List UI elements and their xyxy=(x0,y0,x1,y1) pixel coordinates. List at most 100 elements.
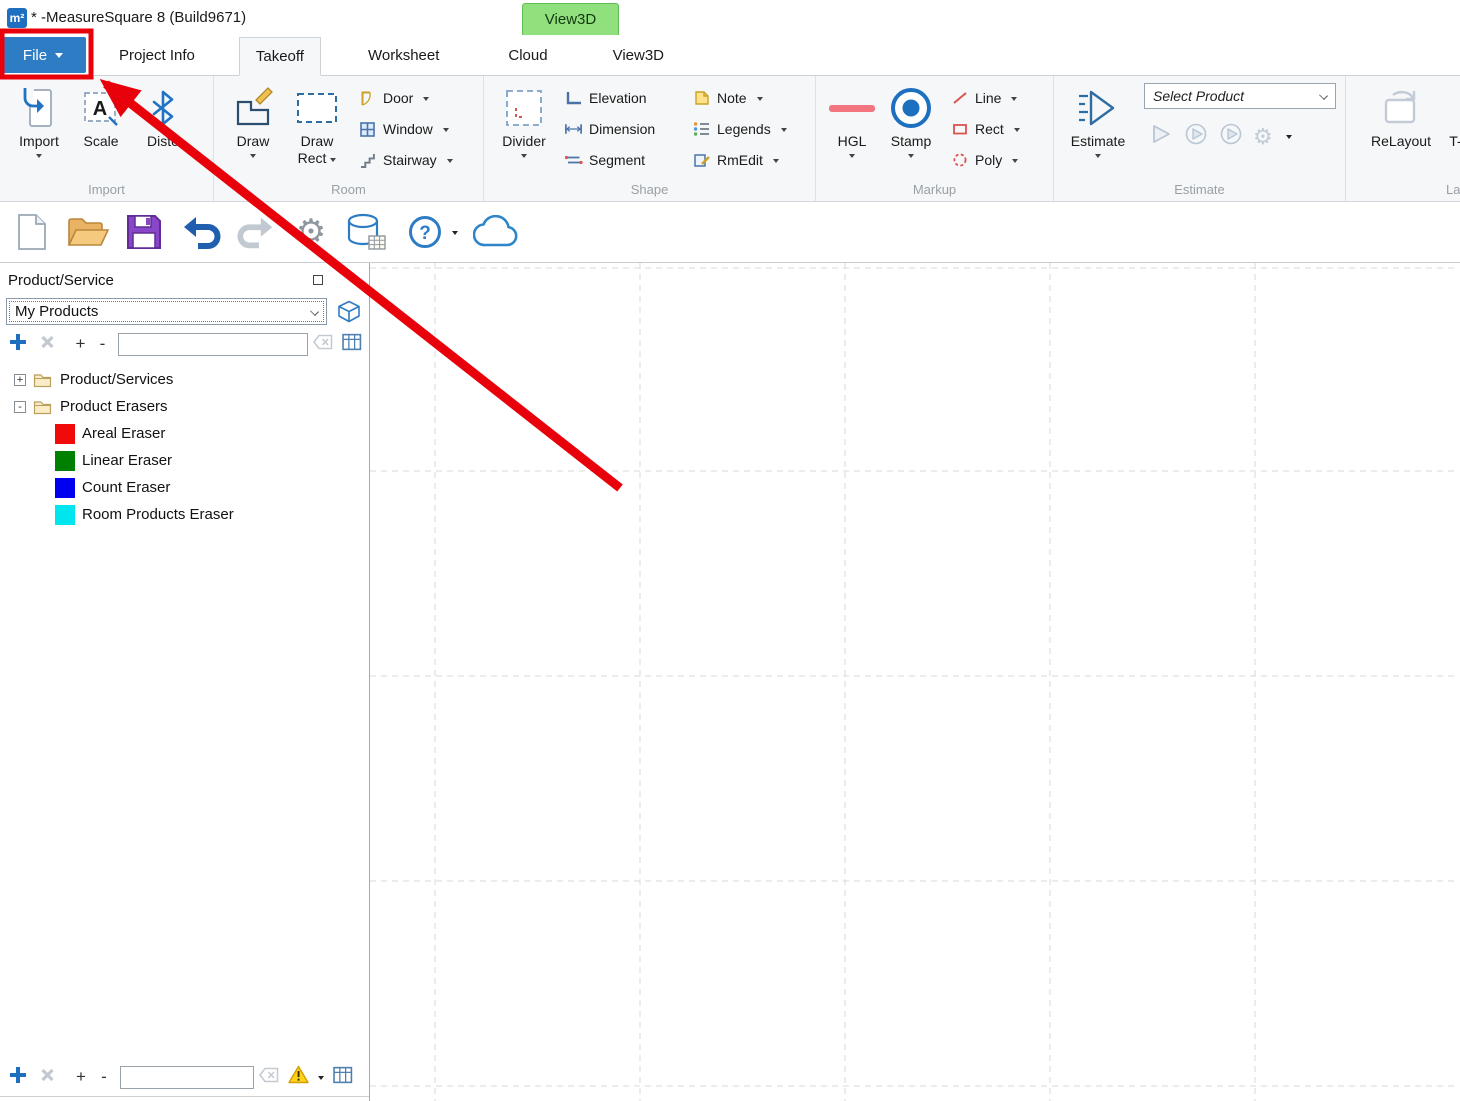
tab-view3d[interactable]: View3D xyxy=(597,35,680,75)
ribbon-tab-row: File Project Info Takeoff Worksheet Clou… xyxy=(0,35,1460,76)
note-button[interactable]: Note xyxy=(684,84,795,112)
tab-cloud[interactable]: Cloud xyxy=(492,35,563,75)
help-icon[interactable]: ? xyxy=(405,208,445,256)
hgl-line-icon xyxy=(829,83,875,133)
delete-item-icon[interactable] xyxy=(38,1066,57,1089)
collapse-all-button[interactable]: - xyxy=(96,335,109,353)
redo-icon[interactable] xyxy=(236,208,278,256)
stairway-button[interactable]: Stairway xyxy=(350,146,461,174)
product-source-combobox[interactable]: My Products xyxy=(6,298,327,325)
import-button[interactable]: Import xyxy=(8,81,70,161)
estimate-settings-caret[interactable] xyxy=(1285,135,1292,142)
segment-button[interactable]: Segment xyxy=(556,146,684,174)
clear-items-search-icon[interactable] xyxy=(259,1067,279,1088)
product-grid-view-icon[interactable] xyxy=(342,333,362,356)
add-item-icon[interactable] xyxy=(7,1064,29,1091)
draw-button[interactable]: Draw xyxy=(222,81,284,161)
group-label-import: Import xyxy=(88,182,125,197)
markup-poly-button[interactable]: Poly xyxy=(942,146,1028,174)
draw-icon xyxy=(232,83,274,133)
open-project-icon[interactable] xyxy=(65,208,111,256)
product-database-icon[interactable] xyxy=(344,208,388,256)
markup-rect-button[interactable]: Rect xyxy=(942,115,1028,143)
tree-item-room-products-eraser[interactable]: Room Products Eraser xyxy=(0,501,369,528)
float-window-icon[interactable] xyxy=(313,275,323,285)
items-search-input[interactable] xyxy=(120,1065,254,1089)
warning-icon[interactable] xyxy=(288,1065,309,1089)
collapse-items-button[interactable]: - xyxy=(97,1068,111,1086)
delete-product-icon[interactable] xyxy=(38,333,57,356)
window-title: * -MeasureSquare 8 (Build9671) xyxy=(31,9,247,26)
collapse-toggle-icon[interactable]: - xyxy=(14,400,26,413)
window-button[interactable]: Window xyxy=(350,115,461,143)
app-logo-icon: m² xyxy=(7,7,27,28)
eraser-color-swatch xyxy=(55,477,75,498)
relayout-button[interactable]: ReLayout xyxy=(1366,81,1436,150)
tab-takeoff[interactable]: Takeoff xyxy=(238,37,321,76)
dimension-button[interactable]: Dimension xyxy=(556,115,684,143)
draw-rect-button[interactable]: Draw Rect xyxy=(284,81,350,167)
disto-button[interactable]: Disto xyxy=(132,81,194,150)
elevation-button[interactable]: Elevation xyxy=(556,84,684,112)
panel-splitter[interactable] xyxy=(0,1096,369,1097)
estimate-settings-gear-icon[interactable]: ⚙ xyxy=(1253,125,1273,148)
run-estimate-selected-icon[interactable] xyxy=(1183,122,1209,151)
save-icon[interactable] xyxy=(124,208,164,256)
help-dropdown-caret[interactable] xyxy=(452,230,458,238)
clear-search-icon[interactable] xyxy=(313,334,333,355)
settings-gear-icon[interactable]: ⚙ xyxy=(291,208,331,256)
estimate-icon xyxy=(1075,83,1121,133)
markup-line-button[interactable]: Line xyxy=(942,84,1028,112)
hgl-button[interactable]: HGL xyxy=(824,81,880,161)
new-document-icon[interactable] xyxy=(12,208,52,256)
undo-icon[interactable] xyxy=(177,208,223,256)
product-search-input[interactable] xyxy=(118,332,308,356)
poly-icon xyxy=(950,152,969,168)
source-combo-chevron-icon xyxy=(310,307,319,316)
tree-item-count-eraser[interactable]: Count Eraser xyxy=(0,474,369,501)
relayout-icon xyxy=(1381,83,1421,133)
tree-item-linear-eraser[interactable]: Linear Eraser xyxy=(0,447,369,474)
divider-button[interactable]: Divider xyxy=(492,81,556,161)
items-grid-view-icon[interactable] xyxy=(333,1066,353,1089)
run-estimate-all-icon[interactable] xyxy=(1218,122,1244,151)
t-square-button[interactable]: T-Square xyxy=(1446,81,1460,150)
legends-dropdown-caret xyxy=(780,127,787,135)
window-dropdown-caret xyxy=(442,127,449,135)
expand-toggle-icon[interactable]: + xyxy=(14,373,26,386)
scale-button[interactable]: A Scale xyxy=(70,81,132,150)
door-button[interactable]: Door xyxy=(350,84,461,112)
warning-dropdown-caret[interactable] xyxy=(318,1075,324,1083)
legends-button[interactable]: Legends xyxy=(684,115,795,143)
tree-node-product-erasers[interactable]: - Product Erasers xyxy=(0,393,369,420)
svg-text:?: ? xyxy=(419,223,431,244)
expand-all-button[interactable]: + xyxy=(74,335,87,353)
tab-worksheet[interactable]: Worksheet xyxy=(352,35,455,75)
stamp-icon xyxy=(888,83,934,133)
rmedit-button[interactable]: RmEdit xyxy=(684,146,795,174)
import-icon xyxy=(19,83,59,133)
contextual-tab-view3d[interactable]: View3D xyxy=(522,3,619,35)
ribbon-group-estimate: Estimate Select Product ⚙ Estimate xyxy=(1054,76,1346,201)
file-menu-button[interactable]: File xyxy=(0,37,86,73)
stamp-button[interactable]: Stamp xyxy=(880,81,942,161)
cloud-sync-icon[interactable] xyxy=(473,208,519,256)
select-product-combobox[interactable]: Select Product xyxy=(1144,83,1336,109)
svg-text:A: A xyxy=(93,98,107,120)
expand-items-button[interactable]: + xyxy=(74,1068,88,1086)
drawing-canvas[interactable] xyxy=(370,263,1460,1101)
tab-project-info[interactable]: Project Info xyxy=(103,35,211,75)
run-estimate-icon[interactable] xyxy=(1148,122,1174,151)
tree-node-product-services[interactable]: + Product/Services xyxy=(0,366,369,393)
door-icon xyxy=(358,90,377,107)
add-product-icon[interactable] xyxy=(7,331,29,358)
rect-dropdown-caret xyxy=(1013,127,1020,135)
ribbon-group-shape: Divider Elevation Dimension Segment Note… xyxy=(484,76,816,201)
ribbon-group-room: Draw Draw Rect Door Window Stairway Room xyxy=(214,76,484,201)
group-label-shape: Shape xyxy=(630,182,669,197)
line-dropdown-caret xyxy=(1011,96,1018,104)
estimate-button[interactable]: Estimate xyxy=(1062,81,1134,161)
product-cube-icon[interactable] xyxy=(334,298,364,325)
tree-item-areal-eraser[interactable]: Areal Eraser xyxy=(0,420,369,447)
eraser-color-swatch xyxy=(55,504,75,525)
